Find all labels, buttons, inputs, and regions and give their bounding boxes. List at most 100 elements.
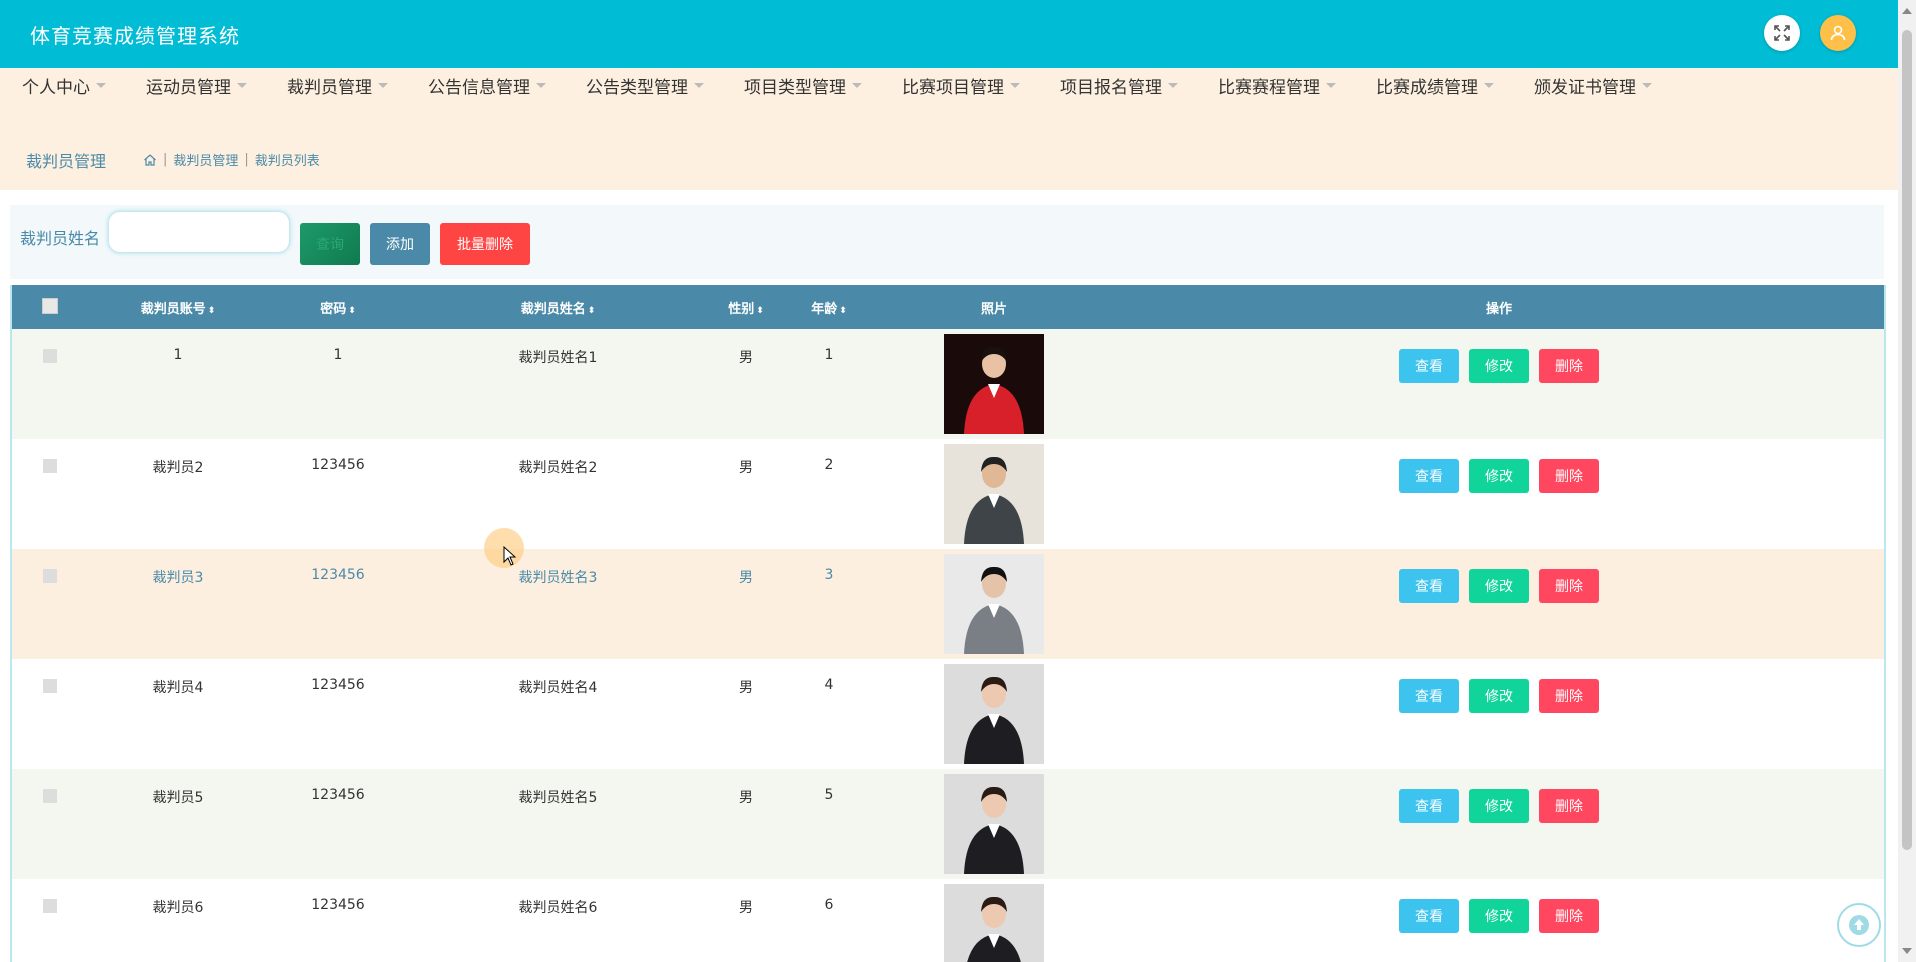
table-row[interactable]: 裁判员5 123456 裁判员姓名5 男 5 查看 修改 删除 [12, 769, 1884, 879]
breadcrumb: | 裁判员管理 | 裁判员列表 [143, 150, 320, 169]
breadcrumb-item[interactable]: 裁判员管理 [173, 150, 238, 169]
cell-photo [874, 439, 1114, 549]
nav-item-label: 个人中心 [22, 78, 90, 98]
sort-icon[interactable]: ⬍ [756, 306, 764, 316]
add-button[interactable]: 添加 [370, 223, 430, 265]
delete-button[interactable]: 删除 [1539, 789, 1599, 823]
delete-button[interactable]: 删除 [1539, 459, 1599, 493]
table-row[interactable]: 裁判员3 123456 裁判员姓名3 男 3 查看 修改 删除 [12, 549, 1884, 659]
row-checkbox[interactable] [43, 349, 57, 363]
edit-button[interactable]: 修改 [1469, 679, 1529, 713]
row-select-cell [12, 439, 88, 549]
referee-photo[interactable] [944, 554, 1044, 654]
nav-item-label: 公告类型管理 [586, 78, 688, 98]
cell-account: 1 [173, 347, 183, 363]
back-to-top-button[interactable] [1837, 903, 1881, 947]
user-avatar-button[interactable] [1820, 15, 1856, 51]
sort-icon[interactable]: ⬍ [839, 306, 847, 316]
sort-icon[interactable]: ⬍ [348, 306, 356, 316]
edit-button[interactable]: 修改 [1469, 349, 1529, 383]
cell-photo [874, 769, 1114, 879]
nav-item[interactable]: 项目类型管理 [744, 68, 862, 103]
row-checkbox[interactable] [43, 789, 57, 803]
cell-actions: 查看 修改 删除 [1114, 329, 1884, 439]
row-select-cell [12, 769, 88, 879]
table-row[interactable]: 裁判员4 123456 裁判员姓名4 男 4 查看 修改 删除 [12, 659, 1884, 769]
cell-actions: 查看 修改 删除 [1114, 659, 1884, 769]
row-checkbox[interactable] [43, 459, 57, 473]
scroll-down-arrow[interactable] [1902, 948, 1912, 954]
page-title: 裁判员管理 [26, 152, 107, 171]
cell-photo [874, 659, 1114, 769]
view-button[interactable]: 查看 [1399, 569, 1459, 603]
delete-button[interactable]: 删除 [1539, 569, 1599, 603]
referee-photo[interactable] [944, 444, 1044, 544]
row-checkbox[interactable] [43, 899, 57, 913]
cell-account: 裁判员6 [152, 900, 204, 916]
edit-button[interactable]: 修改 [1469, 459, 1529, 493]
nav-item[interactable]: 个人中心 [22, 68, 106, 103]
referee-name-input[interactable] [108, 211, 290, 253]
sort-icon[interactable]: ⬍ [208, 306, 216, 316]
nav-item[interactable]: 比赛成绩管理 [1376, 68, 1494, 103]
query-button[interactable]: 查询 [300, 223, 360, 265]
nav-item[interactable]: 比赛赛程管理 [1218, 68, 1336, 103]
select-all-checkbox[interactable] [42, 298, 58, 314]
nav-item[interactable]: 裁判员管理 [287, 68, 388, 103]
view-button[interactable]: 查看 [1399, 679, 1459, 713]
top-header: 体育竞赛成绩管理系统 [0, 0, 1898, 68]
fullscreen-button[interactable] [1764, 15, 1800, 51]
cell-password: 123456 [311, 897, 365, 913]
referee-photo[interactable] [944, 664, 1044, 764]
edit-button[interactable]: 修改 [1469, 899, 1529, 933]
nav-item-label: 比赛成绩管理 [1376, 78, 1478, 98]
cell-account: 裁判员4 [152, 680, 204, 696]
column-header-name[interactable]: 裁判员姓名 ⬍ [408, 285, 708, 329]
cell-account: 裁判员5 [152, 790, 204, 806]
arrow-up-icon [1849, 915, 1869, 935]
view-button[interactable]: 查看 [1399, 789, 1459, 823]
edit-button[interactable]: 修改 [1469, 789, 1529, 823]
cell-photo [874, 549, 1114, 659]
scroll-up-arrow[interactable] [1902, 8, 1912, 14]
referee-photo[interactable] [944, 334, 1044, 434]
column-header-password[interactable]: 密码 ⬍ [268, 285, 408, 329]
batch-delete-button[interactable]: 批量删除 [440, 223, 530, 265]
edit-button[interactable]: 修改 [1469, 569, 1529, 603]
table-row[interactable]: 1 1 裁判员姓名1 男 1 查看 修改 删除 [12, 329, 1884, 439]
nav-item[interactable]: 公告信息管理 [428, 68, 546, 103]
search-form: 裁判员姓名 查询 添加 批量删除 [10, 205, 1884, 279]
delete-button[interactable]: 删除 [1539, 679, 1599, 713]
column-header-gender[interactable]: 性别 ⬍ [708, 285, 784, 329]
sort-icon[interactable]: ⬍ [588, 306, 596, 316]
delete-button[interactable]: 删除 [1539, 899, 1599, 933]
nav-item-label: 颁发证书管理 [1534, 78, 1636, 98]
column-header-account[interactable]: 裁判员账号 ⬍ [88, 285, 268, 329]
column-header-actions: 操作 [1485, 301, 1512, 317]
scroll-thumb[interactable] [1902, 30, 1912, 850]
row-checkbox[interactable] [43, 569, 57, 583]
delete-button[interactable]: 删除 [1539, 349, 1599, 383]
view-button[interactable]: 查看 [1399, 459, 1459, 493]
nav-item[interactable]: 公告类型管理 [586, 68, 704, 103]
nav-item-label: 裁判员管理 [287, 78, 372, 98]
cell-age: 2 [824, 457, 834, 473]
cell-name: 裁判员姓名2 [518, 460, 598, 476]
page-scrollbar[interactable] [1898, 0, 1916, 962]
view-button[interactable]: 查看 [1399, 349, 1459, 383]
nav-item[interactable]: 项目报名管理 [1060, 68, 1178, 103]
column-header-age[interactable]: 年龄 ⬍ [784, 285, 874, 329]
nav-item[interactable]: 比赛项目管理 [902, 68, 1020, 103]
referee-table-container: 裁判员账号 ⬍ 密码 ⬍ 裁判员姓名 ⬍ 性别 ⬍ 年龄 ⬍ 照片 操作 1 1 裁判员姓名1… [10, 285, 1886, 962]
cell-password: 1 [333, 347, 343, 363]
view-button[interactable]: 查看 [1399, 899, 1459, 933]
nav-item[interactable]: 颁发证书管理 [1534, 68, 1652, 103]
table-row[interactable]: 裁判员6 123456 裁判员姓名6 男 6 查看 修改 删除 [12, 879, 1884, 962]
referee-photo[interactable] [944, 774, 1044, 874]
referee-photo[interactable] [944, 884, 1044, 962]
nav-item[interactable]: 运动员管理 [146, 68, 247, 103]
table-row[interactable]: 裁判员2 123456 裁判员姓名2 男 2 查看 修改 删除 [12, 439, 1884, 549]
row-checkbox[interactable] [43, 679, 57, 693]
caret-down-icon [1326, 83, 1336, 88]
home-icon[interactable] [143, 153, 157, 167]
